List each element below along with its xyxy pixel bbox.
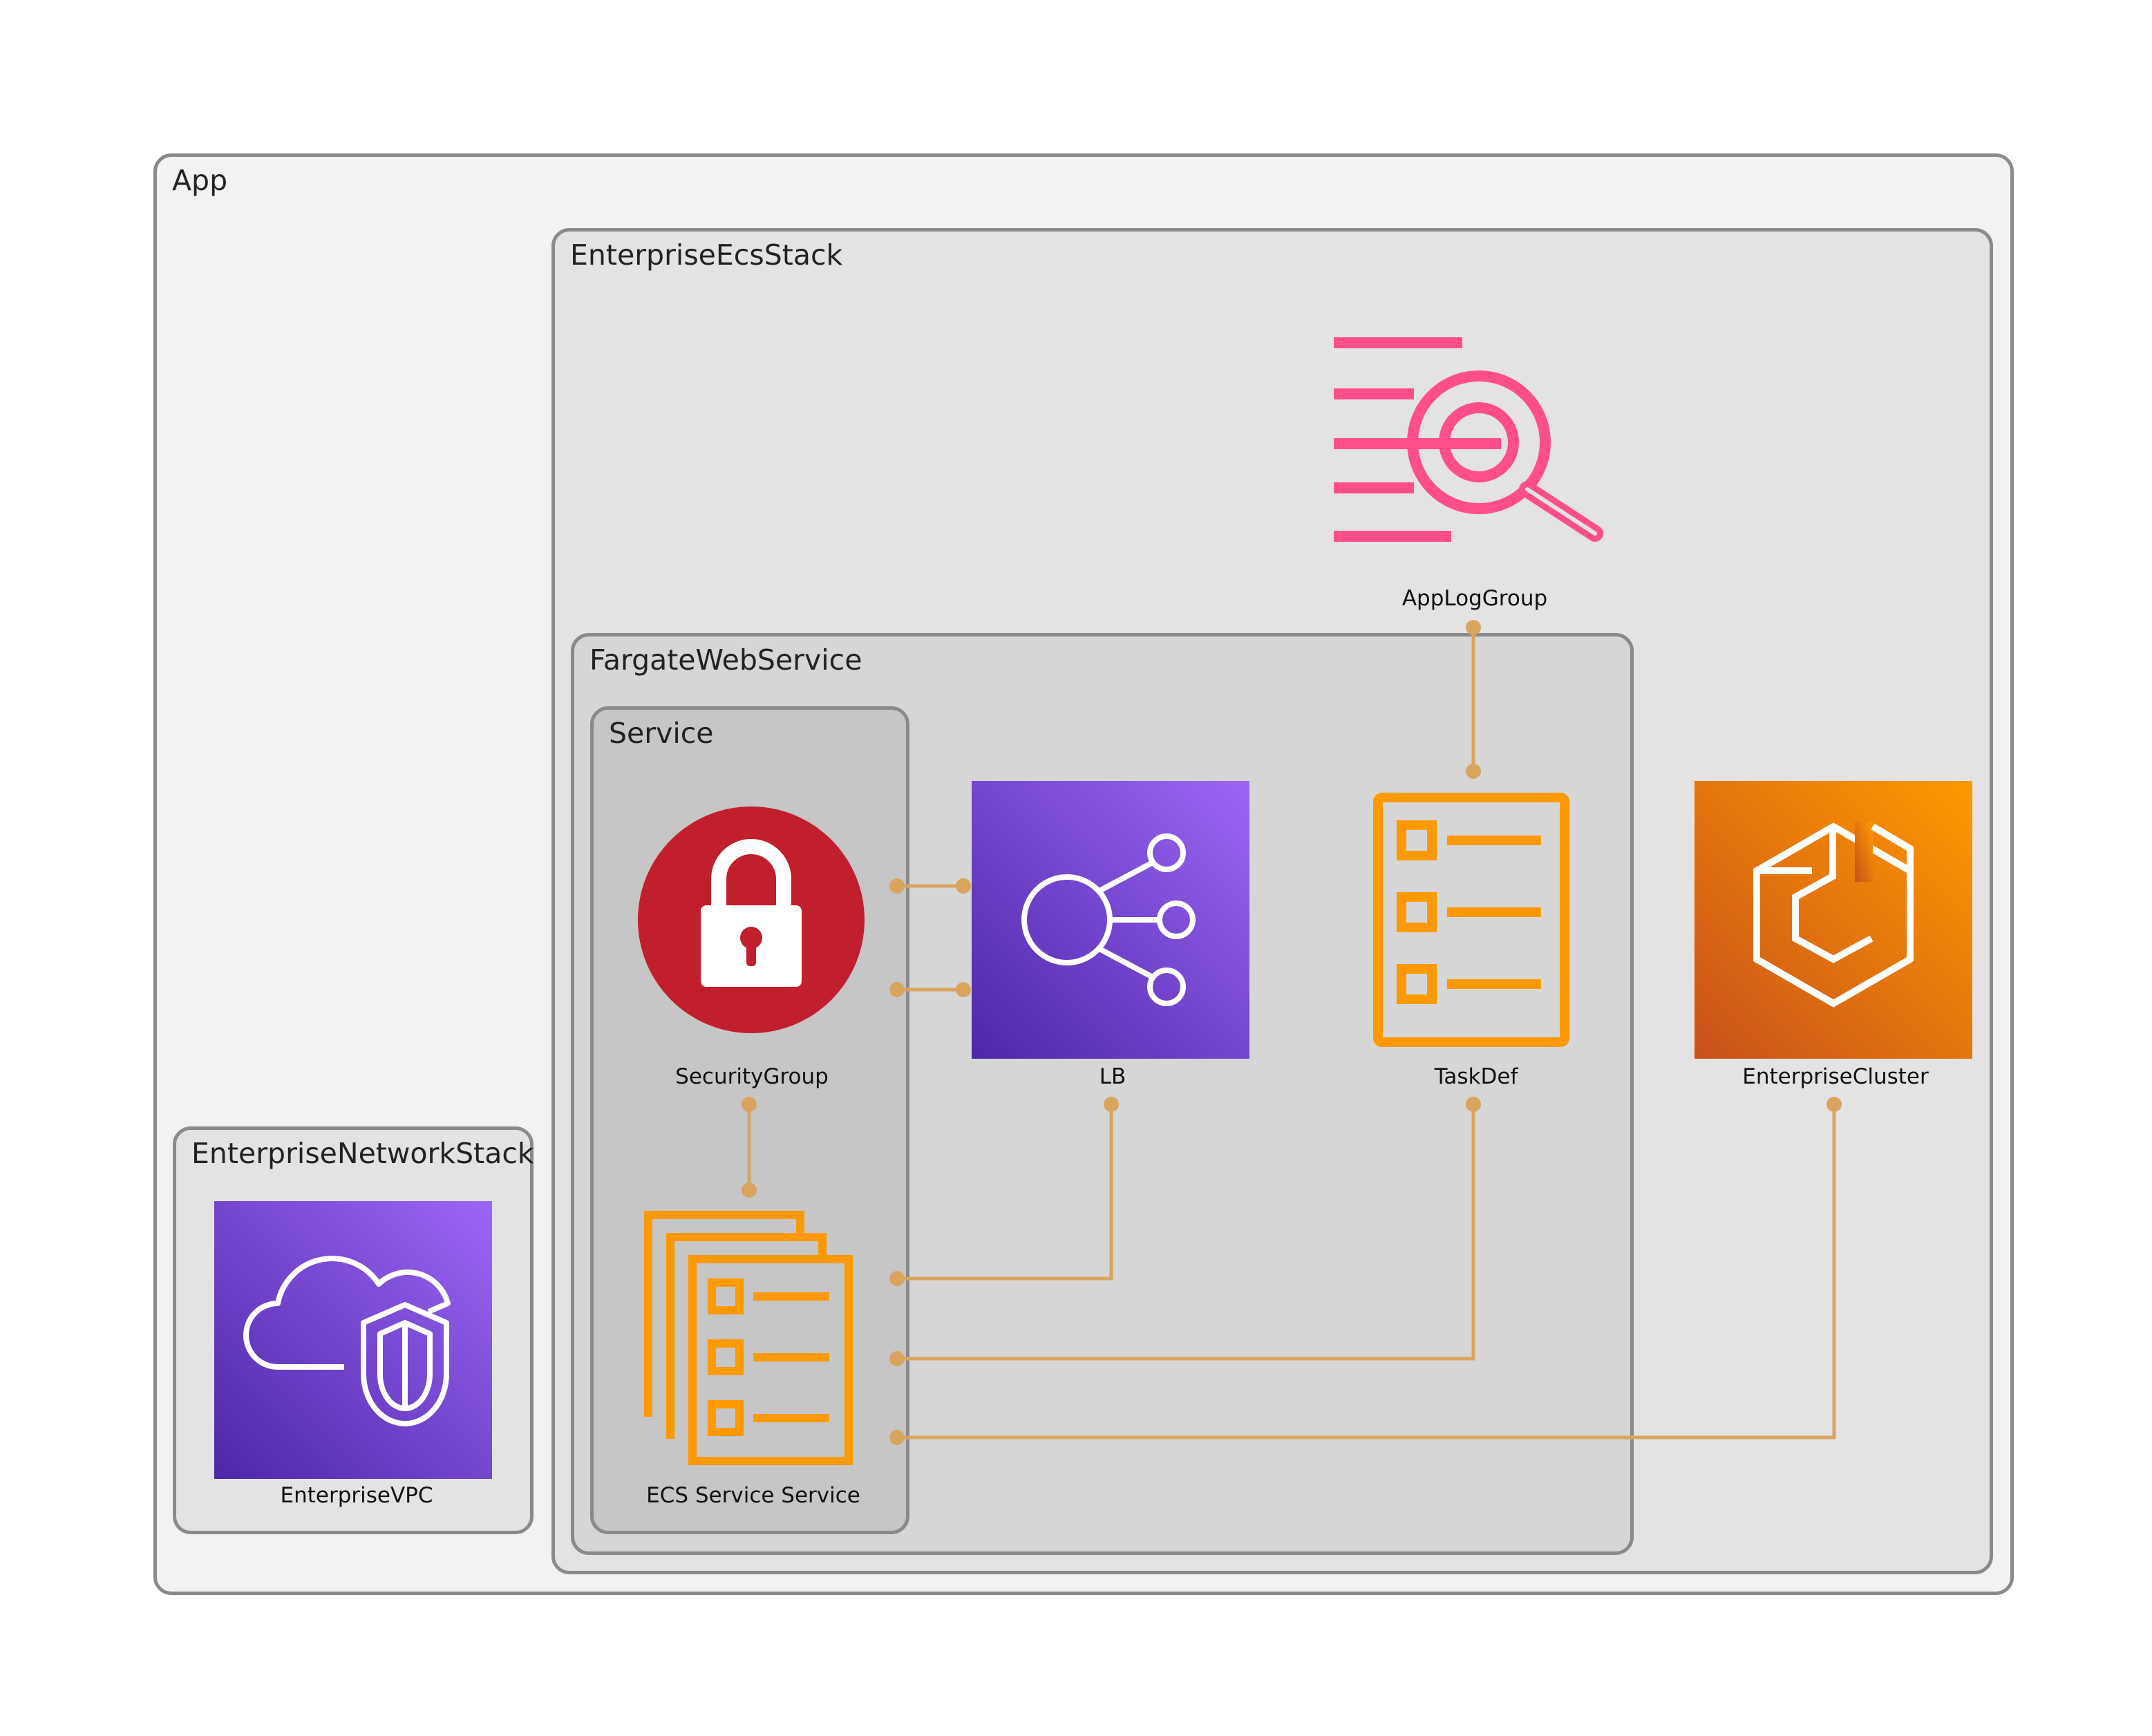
ecs-service-label: ECS Service Service: [646, 1483, 860, 1508]
padlock-icon[interactable]: [636, 804, 867, 1035]
stacked-checklist-icon[interactable]: [643, 1209, 854, 1466]
ecs-cluster-icon[interactable]: [1695, 781, 1972, 1059]
vpc-label: EnterpriseVPC: [280, 1483, 433, 1508]
cloud-shield-icon[interactable]: [214, 1201, 492, 1479]
load-balancer-icon[interactable]: [972, 781, 1249, 1059]
security-group-label: SecurityGroup: [675, 1064, 829, 1089]
log-group-label: AppLogGroup: [1401, 586, 1548, 611]
task-def-label: TaskDef: [1434, 1064, 1518, 1089]
lb-label: LB: [1099, 1064, 1126, 1089]
edge-service-lb: [897, 1104, 1113, 1281]
checklist-icon[interactable]: [1371, 791, 1571, 1049]
edge-service-cluster: [897, 1104, 1836, 1440]
edge-service-taskdef: [897, 1104, 1475, 1361]
cluster-label: EnterpriseCluster: [1742, 1064, 1929, 1089]
log-search-icon[interactable]: [1327, 334, 1610, 549]
